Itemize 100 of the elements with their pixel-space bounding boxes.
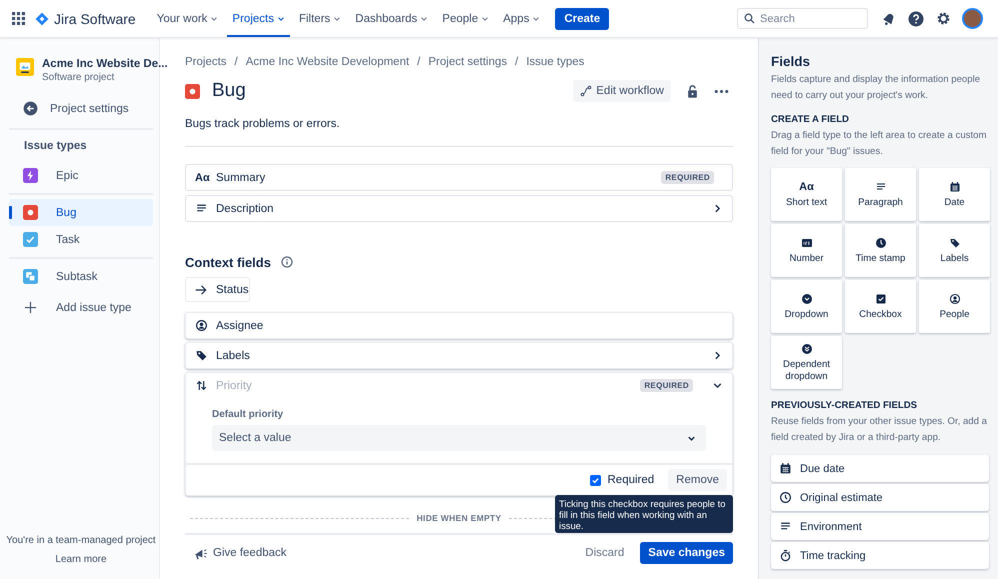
required-lozenge: REQUIRED: [661, 171, 714, 184]
field-name: Assignee: [216, 320, 264, 332]
product-name[interactable]: Jira Software: [54, 10, 136, 26]
project-type: Software project: [42, 72, 116, 83]
section-heading: Context fields: [185, 254, 271, 270]
checkmark-icon: [23, 232, 38, 247]
field-list-item[interactable]: Environment: [771, 513, 989, 540]
number-icon: [800, 236, 812, 248]
field-type-tile[interactable]: Paragraph: [845, 168, 916, 221]
field-row[interactable]: Aα Summary REQUIRED: [185, 164, 733, 191]
caret-icon: [276, 14, 285, 22]
field-type-tile[interactable]: Labels: [919, 224, 990, 277]
tag-icon: [195, 349, 208, 362]
search-field[interactable]: Search: [737, 8, 868, 29]
project-name: Acme Inc Website De...: [42, 58, 168, 70]
checkbox-icon: [874, 292, 886, 304]
field-type-tile[interactable]: Date: [919, 168, 990, 221]
field-type-tile[interactable]: Dependent dropdown: [771, 336, 842, 389]
breadcrumb-separator: /: [234, 56, 238, 68]
person-icon: [948, 292, 960, 304]
field-type-tile[interactable]: Checkbox: [845, 280, 916, 333]
help-icon[interactable]: [907, 10, 925, 28]
field-list-item[interactable]: Due date: [771, 455, 989, 482]
field-name: Labels: [216, 350, 251, 362]
breadcrumb-separator: /: [515, 56, 518, 68]
more-options-icon[interactable]: [714, 88, 729, 94]
field-type-tile[interactable]: Dropdown: [771, 280, 842, 333]
field-name: Priority: [216, 380, 253, 392]
app-grid-icon[interactable]: [12, 12, 25, 25]
field-type-tile[interactable]: Number: [771, 224, 842, 277]
checkbox[interactable]: [590, 474, 600, 486]
breadcrumb-link[interactable]: Project settings: [428, 56, 507, 68]
settings-icon[interactable]: [935, 10, 952, 27]
user-avatar[interactable]: [962, 8, 983, 29]
padlock-icon[interactable]: [685, 84, 700, 98]
nav-menu-item[interactable]: Filters: [294, 0, 346, 37]
subtask-icon: [23, 269, 38, 284]
nav-menu-item[interactable]: Projects: [227, 0, 290, 37]
learn-more-link[interactable]: Learn more: [55, 554, 107, 565]
dropdown-icon: [800, 292, 812, 304]
section-heading: Issue types: [23, 139, 88, 154]
field-card[interactable]: Assignee: [185, 312, 733, 339]
save-changes-button[interactable]: Save changes: [640, 542, 733, 564]
section-heading: PREVIOUSLY-CREATED FIELDS: [771, 399, 918, 413]
field-card[interactable]: Labels: [185, 342, 733, 369]
nav-menu-item[interactable]: Your work: [152, 0, 224, 37]
edit-workflow-button[interactable]: Edit workflow: [573, 80, 671, 102]
clock-icon: [874, 236, 886, 248]
up-down-arrows-icon: [195, 379, 208, 392]
caret-icon: [532, 14, 540, 22]
field-label: Default priority: [212, 409, 284, 420]
text-format-icon: Aα: [799, 180, 814, 192]
field-type-tile[interactable]: Time stamp: [845, 224, 916, 277]
double-chevron-icon: [800, 342, 812, 354]
field-row[interactable]: Description: [185, 195, 733, 222]
hide-when-empty-divider-label: HIDE WHEN EMPTY: [416, 513, 502, 523]
caret-icon: [481, 14, 490, 22]
search-icon: [744, 13, 755, 24]
issue-type-item[interactable]: Epic: [9, 162, 153, 189]
nav-menu-item[interactable]: Apps: [498, 0, 546, 37]
tooltip: Ticking this checkbox requires people to fill in this field when working with an issue.: [555, 495, 733, 533]
panel-description: Fields capture and display the information people need to carry out your project's work.: [771, 73, 982, 102]
discard-button[interactable]: Discard: [577, 542, 632, 564]
project-avatar-icon: [16, 58, 34, 76]
field-list-item[interactable]: Time tracking: [771, 542, 989, 569]
give-feedback-link[interactable]: Give feedback: [185, 546, 287, 560]
remove-button[interactable]: Remove: [668, 469, 727, 491]
text-format-icon: Aα: [195, 172, 208, 184]
section-heading: CREATE A FIELD: [771, 113, 850, 127]
field-type-tile[interactable]: Aα Short text: [771, 168, 842, 221]
nav-menu-item[interactable]: People: [437, 0, 494, 37]
status-field-chip[interactable]: Status: [185, 277, 250, 302]
breadcrumb-separator: /: [417, 56, 420, 68]
priority-select[interactable]: Select a value: [212, 425, 706, 451]
caret-icon: [210, 14, 218, 22]
info-icon[interactable]: [280, 256, 293, 268]
calendar-icon: [779, 462, 792, 475]
checkbox-label: Required: [608, 474, 654, 486]
page-title: Bug: [212, 80, 246, 102]
clock-icon: [779, 491, 792, 504]
issue-type-description: Bugs track problems or errors.: [185, 115, 733, 147]
workflow-icon: [580, 85, 592, 97]
panel-title: Fields: [771, 53, 812, 71]
issue-type-item[interactable]: Task: [9, 226, 153, 253]
breadcrumb-link[interactable]: Projects: [185, 56, 227, 68]
caret-icon: [687, 434, 696, 442]
issue-type-item[interactable]: Subtask: [9, 263, 153, 290]
back-link[interactable]: Project settings: [9, 95, 153, 122]
add-issue-type-link[interactable]: Add issue type: [9, 294, 153, 321]
nav-menu-item[interactable]: Dashboards: [350, 0, 434, 37]
right-arrow-icon: [194, 282, 208, 296]
issue-type-item[interactable]: Bug: [9, 199, 153, 226]
breadcrumb-link[interactable]: Acme Inc Website Development: [246, 56, 410, 68]
section-description: Drag a field type to the left area to create a custom field for your "Bug" issues.: [771, 129, 988, 158]
create-button[interactable]: Create: [555, 8, 610, 30]
diamond-logo-icon[interactable]: [35, 12, 49, 26]
field-list-item[interactable]: Original estimate: [771, 484, 989, 511]
field-type-tile[interactable]: People: [919, 280, 990, 333]
breadcrumb-link[interactable]: Issue types: [526, 56, 584, 68]
bug-icon: [185, 84, 200, 98]
